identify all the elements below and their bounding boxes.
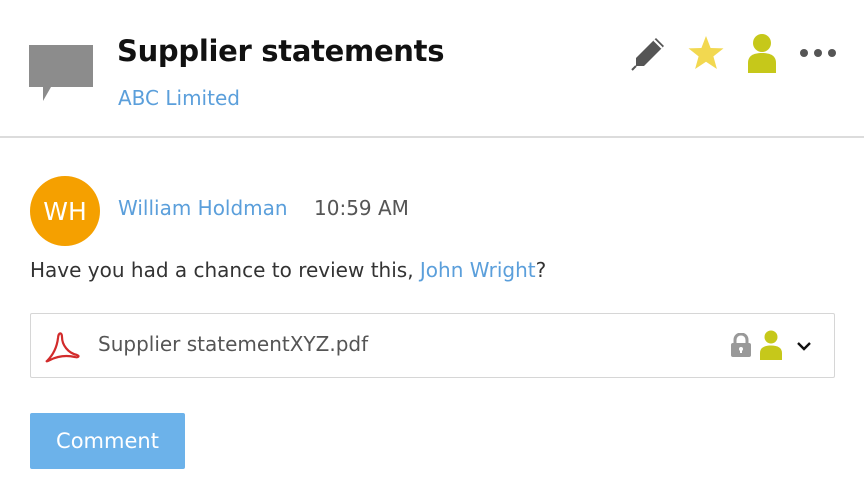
lock-icon xyxy=(731,333,751,357)
conversation-header: Supplier statements ABC Limited xyxy=(0,0,864,138)
user-mention[interactable]: John Wright xyxy=(420,258,536,282)
message-text-end: ? xyxy=(535,258,547,282)
user-icon[interactable] xyxy=(744,33,780,73)
message-text: Have you had a chance to review this, xyxy=(30,258,420,282)
pdf-icon xyxy=(45,332,80,363)
avatar: WH xyxy=(30,176,100,246)
pencil-icon[interactable] xyxy=(630,34,668,72)
more-icon[interactable] xyxy=(799,44,837,62)
user-icon xyxy=(760,330,782,360)
page-title: Supplier statements xyxy=(117,34,445,68)
company-link[interactable]: ABC Limited xyxy=(118,86,240,110)
post-message: Have you had a chance to review this, Jo… xyxy=(30,258,546,282)
chat-bubble-icon xyxy=(29,45,93,101)
star-icon[interactable] xyxy=(687,35,725,71)
file-attachment[interactable]: Supplier statementXYZ.pdf xyxy=(30,313,835,378)
chevron-down-icon[interactable] xyxy=(796,340,812,352)
comment-button[interactable]: Comment xyxy=(30,413,185,469)
author-name[interactable]: William Holdman xyxy=(118,196,288,220)
attachment-file-name[interactable]: Supplier statementXYZ.pdf xyxy=(98,332,368,356)
post-timestamp: 10:59 AM xyxy=(314,196,409,220)
